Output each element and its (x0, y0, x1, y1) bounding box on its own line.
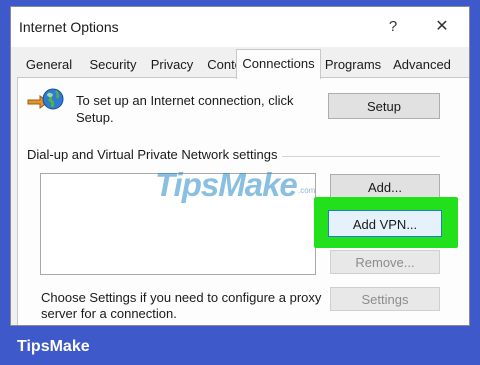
window-title: Internet Options (19, 19, 119, 35)
tab-connections[interactable]: Connections (236, 49, 321, 79)
tab-programs[interactable]: Programs (320, 53, 386, 76)
remove-button[interactable]: Remove... (330, 250, 440, 274)
close-button[interactable]: ✕ (430, 16, 454, 38)
tab-strip: General Security Privacy Content Connect… (11, 49, 469, 79)
tab-advanced[interactable]: Advanced (387, 53, 457, 76)
setup-description: To set up an Internet connection, click … (76, 93, 294, 125)
brand-logo: TipsMake (17, 338, 90, 355)
setup-button[interactable]: Setup (328, 93, 440, 119)
network-globe-icon (27, 88, 64, 110)
watermark-suffix: .com (298, 186, 316, 195)
help-button[interactable]: ? (381, 16, 405, 38)
proxy-description: Choose Settings if you need to configure… (41, 290, 322, 321)
section-divider (280, 156, 440, 157)
vpn-section-label: Dial-up and Virtual Private Network sett… (27, 147, 282, 162)
tab-security[interactable]: Security (83, 53, 143, 76)
add-vpn-button[interactable]: Add VPN... (328, 210, 442, 237)
tab-general[interactable]: General (17, 53, 81, 76)
title-bar: Internet Options ? ✕ (11, 7, 469, 47)
watermark-logo: TipsMake (155, 166, 298, 203)
settings-button[interactable]: Settings (330, 287, 440, 311)
tab-privacy[interactable]: Privacy (144, 53, 200, 76)
